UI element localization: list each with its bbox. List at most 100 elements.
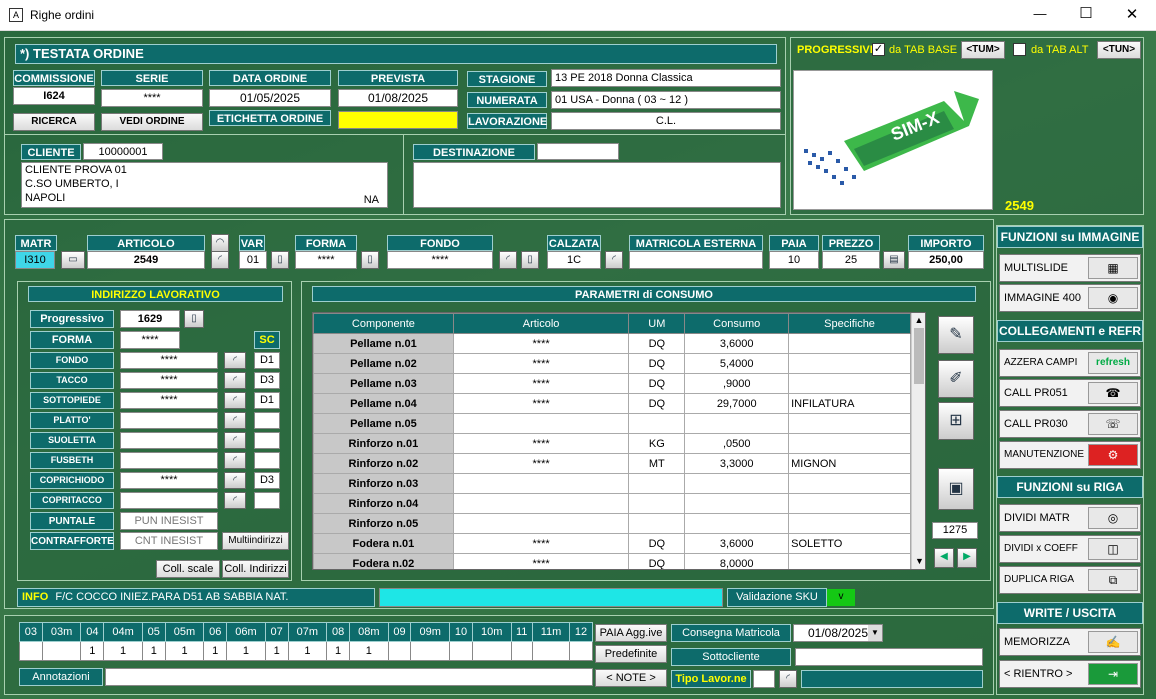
column-header[interactable]: Consumo (684, 313, 790, 334)
progressivo-field[interactable]: 1629 (120, 310, 180, 328)
table-cell[interactable]: **** (452, 373, 630, 394)
table-cell[interactable]: 5,4000 (684, 353, 790, 374)
tab-base-checkbox[interactable]: ✓ (872, 43, 885, 56)
scroll-down-icon[interactable]: ▼ (912, 554, 925, 569)
table-cell[interactable]: **** (452, 533, 630, 554)
cliente-code-field[interactable]: 10000001 (83, 143, 163, 160)
rientro-button[interactable]: < RIENTRO > ⇥ (999, 660, 1141, 688)
indirizzo-row-sc[interactable] (254, 432, 280, 449)
size-cell[interactable] (19, 641, 43, 661)
tipo-lavorazione-field[interactable] (753, 670, 775, 688)
table-cell[interactable] (628, 413, 686, 434)
table-cell[interactable]: Rinforzo n.04 (313, 493, 454, 514)
indirizzo-row-field[interactable]: **** (120, 352, 218, 369)
indirizzo-row-sc[interactable] (254, 492, 280, 509)
size-cell[interactable] (41, 641, 82, 661)
size-cell[interactable]: 1 (80, 641, 105, 661)
serie-field[interactable]: **** (101, 89, 203, 107)
consegna-matricola-field[interactable]: 01/08/2025 ▼ (793, 624, 883, 642)
size-cell[interactable]: 1 (287, 641, 328, 661)
table-cell[interactable] (788, 373, 911, 394)
prevista-field[interactable]: 01/08/2025 (338, 89, 458, 107)
size-cell[interactable]: 1 (103, 641, 143, 661)
size-cell[interactable] (387, 641, 412, 661)
size-cell[interactable]: 1 (349, 641, 389, 661)
table-row[interactable]: Pellame n.02 **** DQ 5,4000 (313, 353, 911, 374)
prezzo-field[interactable]: 25 (822, 251, 880, 269)
annotazioni-field[interactable] (105, 668, 593, 686)
table-cell[interactable] (628, 493, 686, 514)
table-cell[interactable] (452, 473, 630, 494)
duplica-riga-button[interactable]: DUPLICA RIGA ⧉ (999, 566, 1141, 594)
indirizzo-row-sc[interactable]: D1 (254, 352, 280, 369)
table-cell[interactable]: DQ (628, 353, 686, 374)
commissione-field[interactable]: I624 (13, 87, 95, 105)
indirizzo-row-field[interactable] (120, 452, 218, 469)
lavorazione-field[interactable]: C.L. (551, 112, 781, 130)
tun-button[interactable]: <TUN> (1097, 41, 1141, 59)
minimize-button[interactable]: — (1028, 6, 1052, 21)
importo-field[interactable]: 250,00 (908, 251, 984, 269)
numerata-field[interactable]: 01 USA - Donna ( 03 ~ 12 ) (551, 91, 781, 109)
indirizzo-row-sc[interactable]: D3 (254, 472, 280, 489)
paia-aggiuntive-button[interactable]: PAIA Agg.ive (595, 624, 667, 642)
table-row[interactable]: Fodera n.01 **** DQ 3,6000 SOLETTO (313, 533, 911, 554)
table-cell[interactable]: DQ (628, 393, 686, 414)
image-icon[interactable]: ▭ (61, 251, 85, 269)
table-cell[interactable]: **** (452, 333, 630, 354)
search-icon[interactable]: ◠ (211, 234, 229, 252)
column-header[interactable]: Articolo (452, 313, 630, 334)
table-cell[interactable]: Pellame n.05 (313, 413, 454, 434)
fondo-field[interactable]: **** (387, 251, 493, 269)
table-cell[interactable]: Rinforzo n.03 (313, 473, 454, 494)
size-cell[interactable] (449, 641, 473, 661)
dividi-matr-button[interactable]: DIVIDI MATR ◎ (999, 504, 1141, 532)
arrow-left-icon[interactable]: ◀ (934, 548, 954, 568)
table-cell[interactable]: Fodera n.02 (313, 553, 454, 569)
table-cell[interactable]: **** (452, 433, 630, 454)
indirizzo-row-field[interactable] (120, 432, 218, 449)
table-cell[interactable]: ,9000 (684, 373, 790, 394)
table-cell[interactable]: 3,3000 (684, 453, 790, 474)
table-cell[interactable]: Pellame n.01 (313, 333, 454, 354)
arrow-right-icon[interactable]: ▶ (957, 548, 977, 568)
table-cell[interactable] (788, 433, 911, 454)
forma-field[interactable]: **** (295, 251, 357, 269)
multislide-button[interactable]: MULTISLIDE ▦ (999, 254, 1141, 282)
size-cell[interactable]: 1 (226, 641, 266, 661)
stagione-field[interactable]: 13 PE 2018 Donna Classica (551, 69, 781, 87)
indirizzo-row-sc[interactable] (254, 412, 280, 429)
var-field[interactable]: 01 (239, 251, 267, 269)
table-cell[interactable] (452, 513, 630, 534)
search-icon[interactable]: ◜ (224, 432, 246, 449)
measure-icon[interactable]: ⊞ (938, 402, 974, 440)
ricerca-button[interactable]: RICERCA (13, 113, 95, 131)
search-icon[interactable]: ◜ (224, 372, 246, 389)
search-icon[interactable]: ◜ (224, 492, 246, 509)
indirizzo-row-sc[interactable]: D1 (254, 392, 280, 409)
search-icon[interactable]: ◜ (224, 452, 246, 469)
table-cell[interactable] (788, 513, 911, 534)
table-row[interactable]: Rinforzo n.05 (313, 513, 911, 534)
table-cell[interactable] (628, 513, 686, 534)
vertical-scrollbar[interactable]: ▲ ▼ (911, 313, 925, 569)
table-cell[interactable] (452, 413, 630, 434)
table-cell[interactable]: MT (628, 453, 686, 474)
table-cell[interactable]: DQ (628, 333, 686, 354)
indirizzo-row-field[interactable] (120, 492, 218, 509)
table-cell[interactable] (788, 473, 911, 494)
table-row[interactable]: Rinforzo n.01 **** KG ,0500 (313, 433, 911, 454)
edit-icon[interactable]: ✐ (938, 360, 974, 398)
table-cell[interactable]: 8,0000 (684, 553, 790, 569)
indirizzo-row-field[interactable]: **** (120, 472, 218, 489)
document-icon[interactable]: ▯ (361, 251, 379, 269)
size-cell[interactable] (510, 641, 533, 661)
document-icon[interactable]: ▯ (184, 310, 204, 328)
indirizzo-row-sc[interactable]: D3 (254, 372, 280, 389)
tools-icon[interactable]: ✎ (938, 316, 974, 354)
table-cell[interactable]: INFILATURA (788, 393, 911, 414)
box-icon[interactable]: ▣ (938, 468, 974, 510)
note-button[interactable]: < NOTE > (595, 669, 667, 687)
contrafforte-field[interactable]: CNT INESIST (120, 532, 218, 550)
column-header[interactable]: Componente (313, 313, 454, 334)
